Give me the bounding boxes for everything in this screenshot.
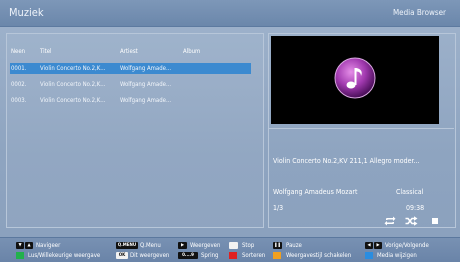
page-title: Muziek [9,6,44,19]
play-key-icon: ▶ [178,242,187,249]
track-artist: Wolfgang Amade... [120,81,172,88]
pause-key-icon: ❚❚ [273,242,282,249]
track-row[interactable]: 0002. Violin Concerto No.2,K... Wolfgang… [10,79,251,90]
track-row[interactable]: 0001. Violin Concerto No.2,K... Wolfgang… [10,63,251,74]
stop-key-icon [229,242,238,249]
header-bar: Muziek Media Browser [0,0,460,27]
repeat-icon [384,216,396,226]
legend-loop-shuffle: Lus/Willekeurige weergave [28,252,101,259]
playlist-position: 1/3 [273,204,284,212]
column-header-album: Album [183,48,201,55]
legend-navigate: Navigeer [36,242,61,249]
track-title: Violin Concerto No.2,K... [40,97,106,104]
left-arrow-icon: ◀ [365,242,373,249]
legend-media-change: Media wijzigen [377,252,417,259]
track-list-panel: Neen Titel Artiest Album 0001. Violin Co… [6,33,264,228]
track-artist: Wolfgang Amade... [120,65,172,72]
number-keys-icon: 0....9 [178,252,198,259]
track-row[interactable]: 0003. Violin Concerto No.2,K... Wolfgang… [10,95,251,106]
qmenu-key-icon: Q.MENU [116,242,138,249]
legend-view-style: Weergavestijl schakelen [286,252,352,259]
yellow-key-icon [273,252,281,259]
column-header-number: Neen [11,48,26,55]
legend-prev-next: Vorige/Volgende [385,242,429,249]
track-title: Violin Concerto No.2,K... [40,81,106,88]
legend-stop: Stop [242,242,255,249]
down-arrow-icon: ▼ [16,242,24,249]
legend-sort: Sorteren [242,252,266,259]
legend-play: Weergeven [190,242,221,249]
track-artist: Wolfgang Amade... [120,97,172,104]
track-title: Violin Concerto No.2,K... [40,65,106,72]
legend-pause: Pauze [286,242,302,249]
ok-key-icon: OK [116,252,128,259]
legend-jump: Spring [201,252,219,259]
info-divider [269,128,454,129]
current-track-artist: Wolfgang Amadeus Mozart [273,188,358,196]
track-number: 0001. [11,65,27,72]
legend-ok: Dit weergeven [130,252,170,259]
music-note-icon [334,57,376,99]
legend-qmenu: Q.Menu [140,242,161,249]
column-header-artist: Artiest [120,48,138,55]
track-number: 0003. [11,97,27,104]
current-track-title: Violin Concerto No.2,KV 211,1 Allegro mo… [273,157,420,165]
right-arrow-icon: ▶ [374,242,382,249]
stop-icon [432,218,438,224]
up-arrow-icon: ▲ [25,242,33,249]
track-time: 09:38 [406,204,425,212]
column-header-title: Titel [40,48,52,55]
current-track-genre: Classical [396,188,424,196]
track-number: 0002. [11,81,27,88]
media-browser-screen: Muziek Media Browser Neen Titel Artiest … [0,0,460,262]
green-key-icon [16,252,24,259]
red-key-icon [229,252,237,259]
app-subtitle: Media Browser [392,8,446,17]
shuffle-icon [405,216,418,226]
blue-key-icon [365,252,373,259]
key-legend-bar: ▼ ▲ Navigeer Q.MENU Q.Menu ▶ Weergeven S… [0,237,460,262]
album-art-preview [271,36,439,124]
